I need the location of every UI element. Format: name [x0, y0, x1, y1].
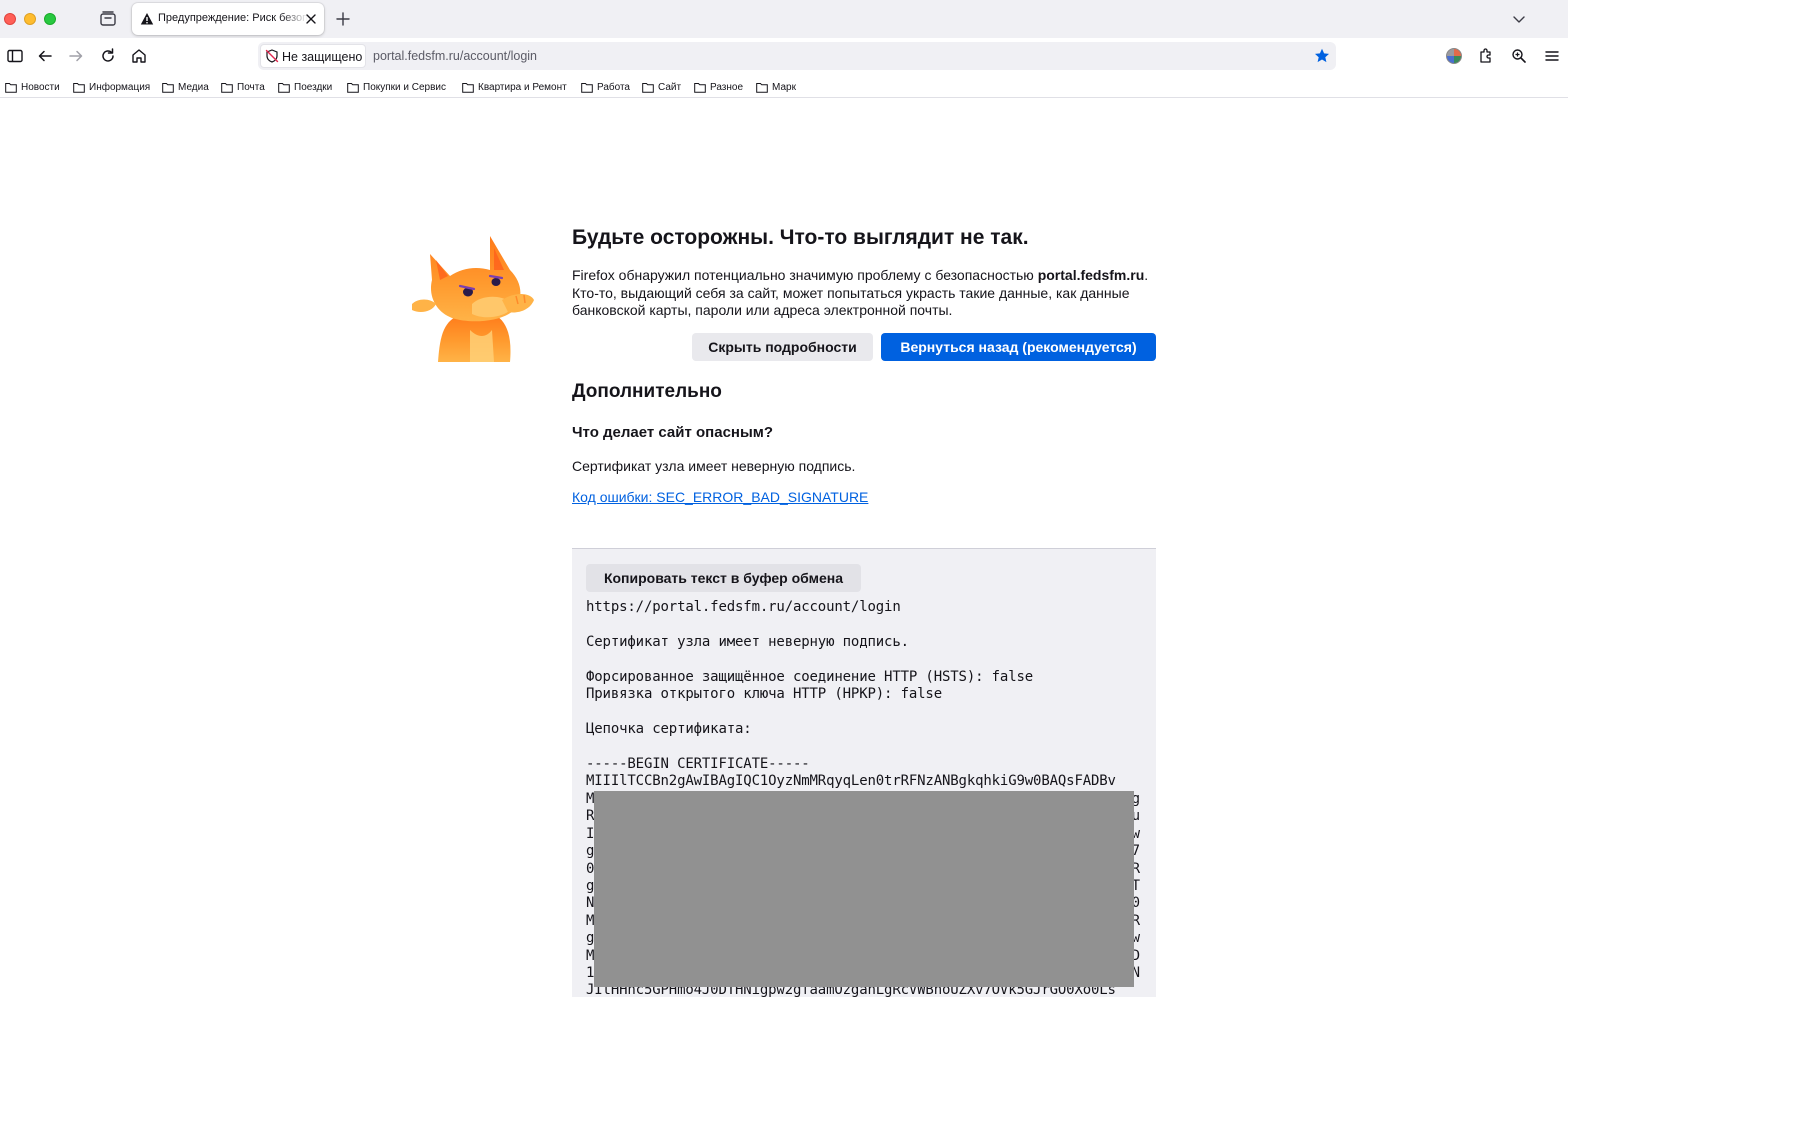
account-avatar[interactable]: [1446, 48, 1462, 64]
url-path: /account/login: [459, 49, 537, 63]
why-dangerous-heading: Что делает сайт опасным?: [572, 424, 774, 441]
bookmark-folder[interactable]: Почта: [221, 79, 265, 95]
menu-icon[interactable]: [1543, 47, 1561, 65]
intro-host: portal.fedsfm.ru: [1037, 267, 1145, 283]
redaction-block: [594, 791, 1134, 987]
bookmark-label: Медиа: [178, 81, 209, 93]
bookmark-label: Работа: [597, 81, 630, 93]
not-secure-label: Не защищено: [282, 50, 363, 64]
bookmark-label: Информация: [89, 81, 151, 93]
bookmark-folder[interactable]: Медиа: [162, 79, 209, 95]
folder-icon: [581, 82, 593, 93]
bookmark-folder[interactable]: Поездки: [278, 79, 332, 95]
error-code-link[interactable]: Код ошибки: SEC_ERROR_BAD_SIGNATURE: [572, 489, 868, 505]
close-tab-icon[interactable]: [304, 12, 318, 26]
folder-icon: [5, 82, 17, 93]
begin-certificate-line: -----BEGIN CERTIFICATE-----: [586, 756, 810, 772]
tab-strip: Предупреждение: Риск безопасности: [0, 0, 1568, 38]
bookmark-label: Новости: [21, 81, 60, 93]
why-dangerous-text: Сертификат узла имеет неверную подпись.: [572, 458, 856, 474]
chevron-down-icon[interactable]: [1510, 10, 1528, 28]
bookmark-label: Покупки и Сервис: [363, 81, 446, 93]
back-arrow-icon[interactable]: [35, 46, 55, 66]
folder-icon: [73, 82, 85, 93]
window-close-button[interactable]: [4, 13, 16, 25]
folder-icon: [221, 82, 233, 93]
bookmark-folder[interactable]: Покупки и Сервис: [347, 79, 446, 95]
site-identity-button[interactable]: Не защищено: [260, 44, 366, 68]
folder-icon: [347, 82, 359, 93]
folder-icon: [162, 82, 174, 93]
folder-icon: [462, 82, 474, 93]
technical-url: https://portal.fedsfm.ru/account/login: [586, 599, 901, 615]
folder-icon: [278, 82, 290, 93]
technical-error-text: Сертификат узла имеет неверную подпись.: [586, 634, 909, 650]
bookmark-label: Разное: [710, 81, 744, 93]
folder-icon: [642, 82, 654, 93]
url-prefix: portal.: [373, 49, 408, 63]
folder-icon: [756, 82, 768, 93]
hpkp-status: Привязка открытого ключа HTTP (HPKP): fa…: [586, 686, 942, 702]
firefox-view-icon[interactable]: [98, 9, 118, 29]
certificate-chain-label: Цепочка сертификата:: [586, 721, 752, 737]
address-bar[interactable]: Не защищено portal.fedsfm.ru/account/log…: [258, 42, 1336, 70]
bookmarks-toolbar: Новости Информация Медиа Почта Поездки П…: [0, 75, 1568, 98]
bookmark-label: Почта: [237, 81, 265, 93]
bookmark-star-icon[interactable]: [1313, 47, 1331, 65]
certificate-line: MIIIlTCCBn2gAwIBAgIQC1OyzNmMRqyqLen0trRF…: [586, 773, 1116, 789]
bookmark-folder[interactable]: Сайт: [642, 79, 681, 95]
go-back-button[interactable]: Вернуться назад (рекомендуется): [881, 333, 1156, 361]
bookmark-label: Квартира и Ремонт: [478, 81, 567, 93]
warning-icon: [140, 12, 154, 26]
bookmark-folder[interactable]: Разное: [694, 79, 743, 95]
bookmark-folder[interactable]: Квартира и Ремонт: [462, 79, 567, 95]
advanced-heading: Дополнительно: [572, 381, 722, 402]
bookmark-label: Сайт: [658, 81, 682, 93]
bookmark-folder[interactable]: Работа: [581, 79, 630, 95]
warning-description: Firefox обнаружил потенциально значимую …: [572, 267, 1162, 320]
bookmark-folder[interactable]: Марк: [756, 79, 796, 95]
sidebar-toggle-icon[interactable]: [5, 46, 25, 66]
intro-text: Firefox обнаружил потенциально значимую …: [572, 267, 1038, 283]
bookmark-label: Марк: [772, 81, 796, 93]
extensions-icon[interactable]: [1477, 47, 1495, 65]
navigation-toolbar: Не защищено portal.fedsfm.ru/account/log…: [0, 38, 1568, 75]
active-tab[interactable]: Предупреждение: Риск безопасности: [132, 3, 324, 35]
fox-illustration: [410, 234, 536, 362]
folder-icon: [694, 82, 706, 93]
technical-information-panel: Копировать текст в буфер обмена https://…: [572, 548, 1156, 997]
bookmark-label: Поездки: [294, 81, 333, 93]
home-icon[interactable]: [129, 46, 149, 66]
url-host: fedsfm.ru: [407, 49, 460, 63]
new-tab-icon[interactable]: [334, 10, 352, 28]
bookmark-folder[interactable]: Новости: [5, 79, 60, 95]
zoom-icon[interactable]: [1510, 47, 1528, 65]
page-title: Будьте осторожны. Что-то выглядит не так…: [572, 226, 1029, 249]
reload-icon[interactable]: [98, 46, 118, 66]
window-zoom-button[interactable]: [44, 13, 56, 25]
insecure-shield-icon: [265, 49, 279, 63]
window-minimize-button[interactable]: [24, 13, 36, 25]
url-text[interactable]: portal.fedsfm.ru/account/login: [373, 49, 537, 63]
copy-to-clipboard-button[interactable]: Копировать текст в буфер обмена: [586, 564, 861, 592]
bookmark-folder[interactable]: Информация: [73, 79, 150, 95]
forward-arrow-icon[interactable]: [66, 46, 86, 66]
tab-title: Предупреждение: Риск безопасности: [158, 12, 308, 24]
hsts-status: Форсированное защищённое соединение HTTP…: [586, 669, 1034, 685]
hide-details-button[interactable]: Скрыть подробности: [692, 333, 873, 361]
